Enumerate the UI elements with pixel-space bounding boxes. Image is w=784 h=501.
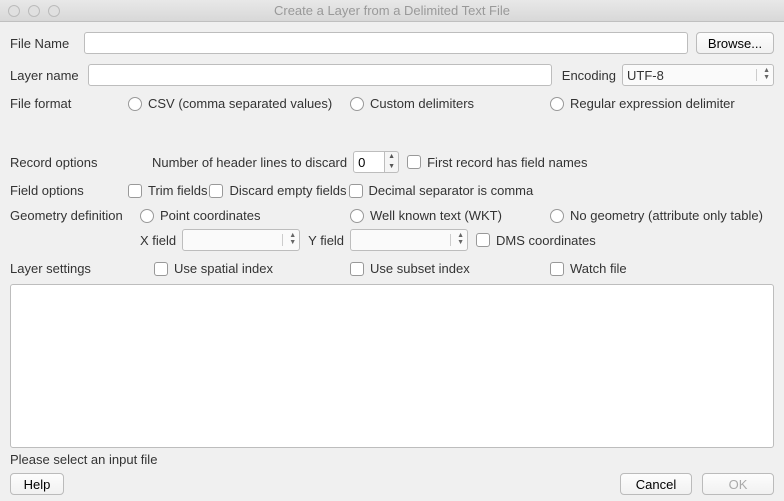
num-header-input[interactable] — [353, 151, 385, 173]
watch-file-label: Watch file — [570, 261, 627, 276]
close-icon[interactable] — [8, 5, 20, 17]
file-name-input[interactable] — [84, 32, 688, 54]
radio-custom-delimiters[interactable]: Custom delimiters — [350, 96, 550, 111]
checkbox-icon — [550, 262, 564, 276]
encoding-select[interactable]: UTF-8 ▲▼ — [622, 64, 774, 86]
wkt-label: Well known text (WKT) — [370, 208, 502, 223]
cancel-button[interactable]: Cancel — [620, 473, 692, 495]
num-header-spinner[interactable]: ▲▼ — [353, 151, 399, 173]
zoom-icon[interactable] — [48, 5, 60, 17]
checkbox-icon — [154, 262, 168, 276]
decimal-comma-label: Decimal separator is comma — [369, 183, 534, 198]
file-name-label: File Name — [10, 36, 84, 51]
checkbox-icon — [350, 262, 364, 276]
discard-empty-label: Discard empty fields — [229, 183, 346, 198]
check-watch-file[interactable]: Watch file — [550, 261, 627, 276]
check-first-record[interactable]: First record has field names — [407, 155, 587, 170]
radio-regex-delimiter[interactable]: Regular expression delimiter — [550, 96, 735, 111]
layer-name-input[interactable] — [88, 64, 552, 86]
radio-icon — [140, 209, 154, 223]
spatial-index-label: Use spatial index — [174, 261, 273, 276]
no-geometry-label: No geometry (attribute only table) — [570, 208, 763, 223]
geometry-definition-label: Geometry definition — [10, 208, 140, 223]
titlebar: Create a Layer from a Delimited Text Fil… — [0, 0, 784, 22]
checkbox-icon — [128, 184, 142, 198]
xfield-label: X field — [140, 233, 176, 248]
radio-point-coordinates[interactable]: Point coordinates — [140, 208, 350, 223]
window-title: Create a Layer from a Delimited Text Fil… — [0, 3, 784, 18]
checkbox-icon — [407, 155, 421, 169]
check-dms-coordinates[interactable]: DMS coordinates — [476, 233, 596, 248]
spinner-buttons[interactable]: ▲▼ — [385, 151, 399, 173]
checkbox-icon — [476, 233, 490, 247]
window-controls — [0, 5, 60, 17]
encoding-value: UTF-8 — [627, 68, 664, 83]
check-spatial-index[interactable]: Use spatial index — [154, 261, 350, 276]
radio-icon — [550, 97, 564, 111]
radio-wkt[interactable]: Well known text (WKT) — [350, 208, 550, 223]
field-options-label: Field options — [10, 183, 128, 198]
preview-area — [10, 284, 774, 448]
layer-name-label: Layer name — [10, 68, 88, 83]
check-decimal-comma[interactable]: Decimal separator is comma — [349, 183, 534, 198]
subset-index-label: Use subset index — [370, 261, 470, 276]
check-subset-index[interactable]: Use subset index — [350, 261, 550, 276]
dms-label: DMS coordinates — [496, 233, 596, 248]
check-trim-fields[interactable]: Trim fields — [128, 183, 207, 198]
checkbox-icon — [209, 184, 223, 198]
xfield-select[interactable]: ▲▼ — [182, 229, 300, 251]
radio-csv[interactable]: CSV (comma separated values) — [128, 96, 350, 111]
radio-icon — [350, 209, 364, 223]
radio-icon — [550, 209, 564, 223]
radio-custom-label: Custom delimiters — [370, 96, 474, 111]
radio-icon — [128, 97, 142, 111]
num-header-label: Number of header lines to discard — [152, 155, 347, 170]
radio-regex-label: Regular expression delimiter — [570, 96, 735, 111]
point-label: Point coordinates — [160, 208, 260, 223]
encoding-label: Encoding — [562, 68, 616, 83]
trim-label: Trim fields — [148, 183, 207, 198]
file-format-label: File format — [10, 96, 128, 111]
help-button[interactable]: Help — [10, 473, 64, 495]
check-discard-empty[interactable]: Discard empty fields — [209, 183, 346, 198]
radio-no-geometry[interactable]: No geometry (attribute only table) — [550, 208, 763, 223]
status-message: Please select an input file — [10, 452, 774, 467]
ok-button[interactable]: OK — [702, 473, 774, 495]
yfield-select[interactable]: ▲▼ — [350, 229, 468, 251]
checkbox-icon — [349, 184, 363, 198]
yfield-label: Y field — [308, 233, 344, 248]
minimize-icon[interactable] — [28, 5, 40, 17]
radio-csv-label: CSV (comma separated values) — [148, 96, 332, 111]
layer-settings-label: Layer settings — [10, 261, 154, 276]
radio-icon — [350, 97, 364, 111]
first-record-label: First record has field names — [427, 155, 587, 170]
browse-button[interactable]: Browse... — [696, 32, 774, 54]
record-options-label: Record options — [10, 155, 152, 170]
